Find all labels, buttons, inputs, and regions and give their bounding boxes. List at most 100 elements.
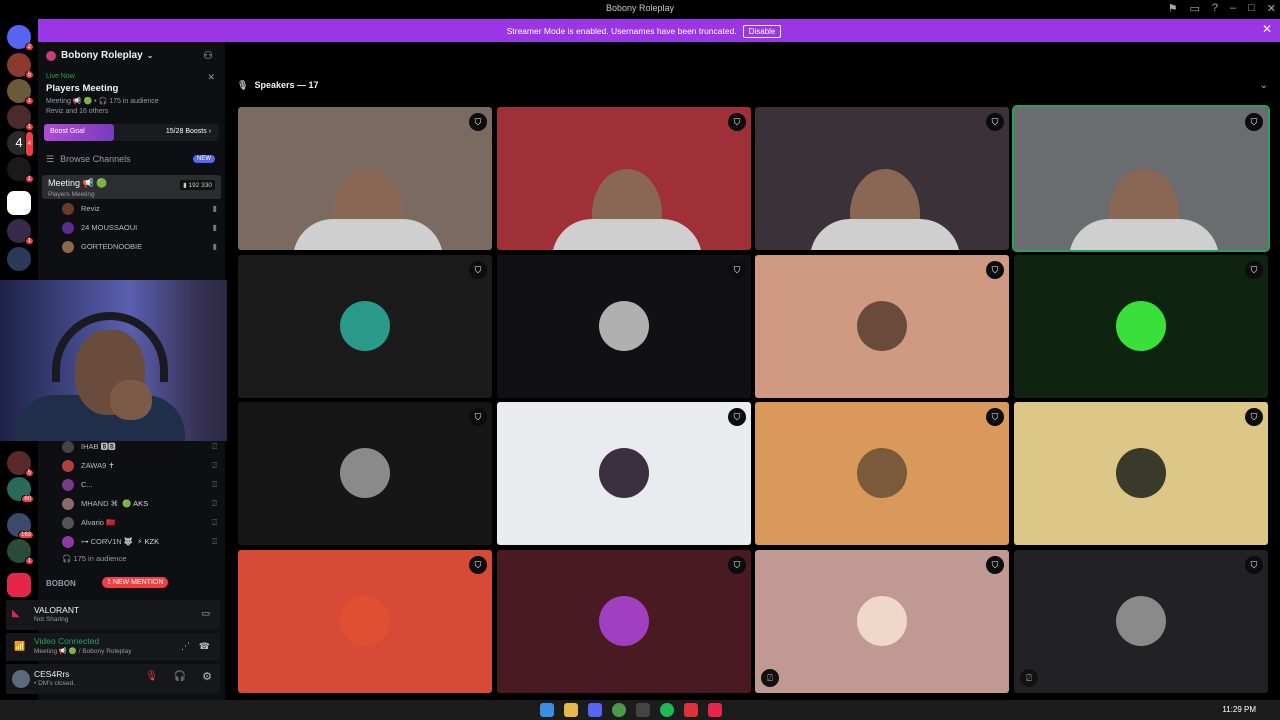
speaker-avatar-tile[interactable]: ⛉ <box>238 402 492 545</box>
speaker-avatar-tile[interactable]: ⛉ <box>497 550 751 693</box>
server-header[interactable]: Bobony Roleplay ⌄ ⚇ <box>38 42 225 69</box>
server-icon[interactable]: 44 <box>7 131 34 157</box>
speaker-video-tile[interactable]: ⛉ <box>1012 105 1270 252</box>
chevron-down-icon[interactable]: ⌄ <box>1260 80 1268 91</box>
speaker-avatar-tile[interactable]: ⛉ <box>497 402 751 545</box>
speaker-avatar-tile[interactable]: ⛉ <box>238 550 492 693</box>
moderator-shield-icon[interactable]: ⛉ <box>728 261 746 279</box>
server-icon[interactable]: 1 <box>7 539 34 565</box>
list-item[interactable]: MHAND ⌘ 🟢 AKS ⍁ <box>38 494 225 513</box>
video-body <box>552 219 702 250</box>
moderator-shield-icon[interactable]: ⛉ <box>728 408 746 426</box>
share-screen-icon[interactable]: ▭ <box>201 608 210 619</box>
inbox-icon[interactable]: ▭ <box>1189 2 1199 15</box>
valorant-icon[interactable] <box>708 703 722 717</box>
speaker-avatar-tile[interactable]: ⛉ <box>1014 402 1268 545</box>
maximize-icon[interactable]: □ <box>1248 2 1255 15</box>
moderator-shield-icon[interactable]: ⛉ <box>469 261 487 279</box>
server-icon[interactable]: 5 <box>7 451 34 477</box>
avatar <box>62 221 74 234</box>
spotify-icon[interactable] <box>660 703 674 717</box>
server-icon[interactable]: 1 <box>7 157 34 183</box>
moderator-shield-icon[interactable]: ⛉ <box>986 408 1004 426</box>
headphones-icon[interactable]: 🎧 <box>174 671 186 682</box>
server-icon[interactable]: 1 <box>7 219 34 245</box>
settings-gear-icon[interactable]: ⚙ <box>202 670 212 683</box>
server-icon[interactable]: 163 <box>7 513 34 539</box>
app-icon[interactable] <box>684 703 698 717</box>
moderator-shield-icon[interactable]: ⛉ <box>728 556 746 574</box>
list-item[interactable]: 24 MOUSSAOUI ▮ <box>38 218 225 237</box>
list-item[interactable]: IHAB 🅱🅱 ⍁ <box>38 437 225 456</box>
browse-channels[interactable]: ☰ Browse Channels NEW <box>38 151 225 167</box>
username: ZAWA9 ✝ <box>81 461 115 470</box>
speaker-avatar-tile[interactable]: ⛉ <box>755 402 1009 545</box>
app-icon[interactable] <box>636 703 650 717</box>
flag-icon[interactable]: ⚑ <box>1168 2 1178 15</box>
help-icon[interactable]: ? <box>1212 2 1218 15</box>
list-item[interactable]: Alvario 🇲🇦 ⍁ <box>38 513 225 532</box>
speaker-avatar-tile[interactable]: ⛉ ⍁ <box>755 550 1009 693</box>
mic-muted-icon: ⍁ <box>212 517 217 527</box>
moderator-shield-icon[interactable]: ⛉ <box>986 261 1004 279</box>
server-icon[interactable] <box>7 247 31 271</box>
moderator-shield-icon[interactable]: ⛉ <box>728 113 746 131</box>
new-mention-pill[interactable]: 1 NEW MENTION <box>102 577 169 588</box>
server-icon[interactable] <box>7 573 31 597</box>
noise-suppression-icon[interactable]: ⋰ <box>181 641 190 652</box>
live-stage-card[interactable]: Live Now Players Meeting Meeting 📢 🟢 • 🎧… <box>38 69 225 115</box>
mic-muted-icon[interactable]: 🎙 <box>145 671 158 682</box>
list-item[interactable]: C... ⍁ <box>38 475 225 494</box>
chrome-icon[interactable] <box>612 703 626 717</box>
moderator-shield-icon[interactable]: ⛉ <box>469 113 487 131</box>
moderator-shield-icon[interactable]: ⛉ <box>1245 261 1263 279</box>
speaker-avatar-tile[interactable]: ⛉ <box>497 255 751 398</box>
moderator-shield-icon[interactable]: ⛉ <box>469 408 487 426</box>
avatar <box>62 240 74 253</box>
close-icon[interactable]: ✕ <box>207 72 215 83</box>
speaker-avatar-tile[interactable]: ⛉ <box>755 255 1009 398</box>
avatar[interactable] <box>12 670 30 688</box>
list-item[interactable]: Reviz ▮ <box>38 199 225 218</box>
moderator-shield-icon[interactable]: ⛉ <box>1245 408 1263 426</box>
avatar <box>340 448 390 498</box>
speakers-header: 🎙 Speakers — 17 <box>237 80 319 90</box>
discord-home-icon[interactable]: 2 <box>7 25 34 51</box>
speaker-video-tile[interactable]: ⛉ <box>755 107 1009 250</box>
boost-goal-bar[interactable]: Boost Goal 15/28 Boosts › <box>44 124 219 141</box>
speaker-avatar-tile[interactable]: ⛉ ⍁ <box>1014 550 1268 693</box>
mic-muted-icon: ⍁ <box>212 498 217 508</box>
moderator-shield-icon[interactable]: ⛉ <box>986 113 1004 131</box>
start-icon[interactable] <box>540 703 554 717</box>
discord-icon[interactable] <box>588 703 602 717</box>
list-item[interactable]: ZAWA9 ✝ ⍁ <box>38 456 225 475</box>
speaker-avatar-tile[interactable]: ⛉ <box>238 255 492 398</box>
server-icon[interactable]: 5 <box>7 53 34 79</box>
avatar <box>1116 301 1166 351</box>
activity-status: Not Sharing <box>34 616 69 623</box>
server-icon-bobony[interactable] <box>7 191 31 215</box>
file-explorer-icon[interactable] <box>564 703 578 717</box>
moderator-shield-icon[interactable]: ⛉ <box>986 556 1004 574</box>
add-member-icon[interactable]: ⚇ <box>203 49 213 62</box>
stage-channel-meeting[interactable]: Meeting 📢 🟢 Players Meeting ▮ 192 330 <box>42 175 221 199</box>
speaker-video-tile[interactable]: ⛉ <box>238 107 492 250</box>
list-item[interactable]: GORTEDNOOBIE ▮ <box>38 237 225 256</box>
server-icon[interactable]: 1 <box>7 105 34 131</box>
list-item[interactable]: ⊶ CORV1N 🐺 ⚡ KZK ⍁ <box>38 532 225 551</box>
server-icon[interactable]: 1 <box>7 79 34 105</box>
server-icon[interactable]: 60 <box>7 477 34 503</box>
moderator-shield-icon[interactable]: ⛉ <box>469 556 487 574</box>
close-icon[interactable]: ✕ <box>1262 22 1272 36</box>
moderator-shield-icon[interactable]: ⛉ <box>1245 113 1263 131</box>
moderator-shield-icon[interactable]: ⛉ <box>1245 556 1263 574</box>
speaker-avatar-tile[interactable]: ⛉ <box>1014 255 1268 398</box>
minimize-icon[interactable]: – <box>1230 2 1236 15</box>
speaker-video-tile[interactable]: ⛉ <box>497 107 751 250</box>
disconnect-icon[interactable]: ☎ <box>199 641 210 652</box>
valorant-icon: ◣ <box>12 608 20 619</box>
close-window-icon[interactable]: ✕ <box>1267 2 1276 15</box>
avatar <box>599 596 649 646</box>
disable-streamer-mode-button[interactable]: Disable <box>742 25 782 38</box>
my-username: CES4Rrs <box>34 669 70 679</box>
